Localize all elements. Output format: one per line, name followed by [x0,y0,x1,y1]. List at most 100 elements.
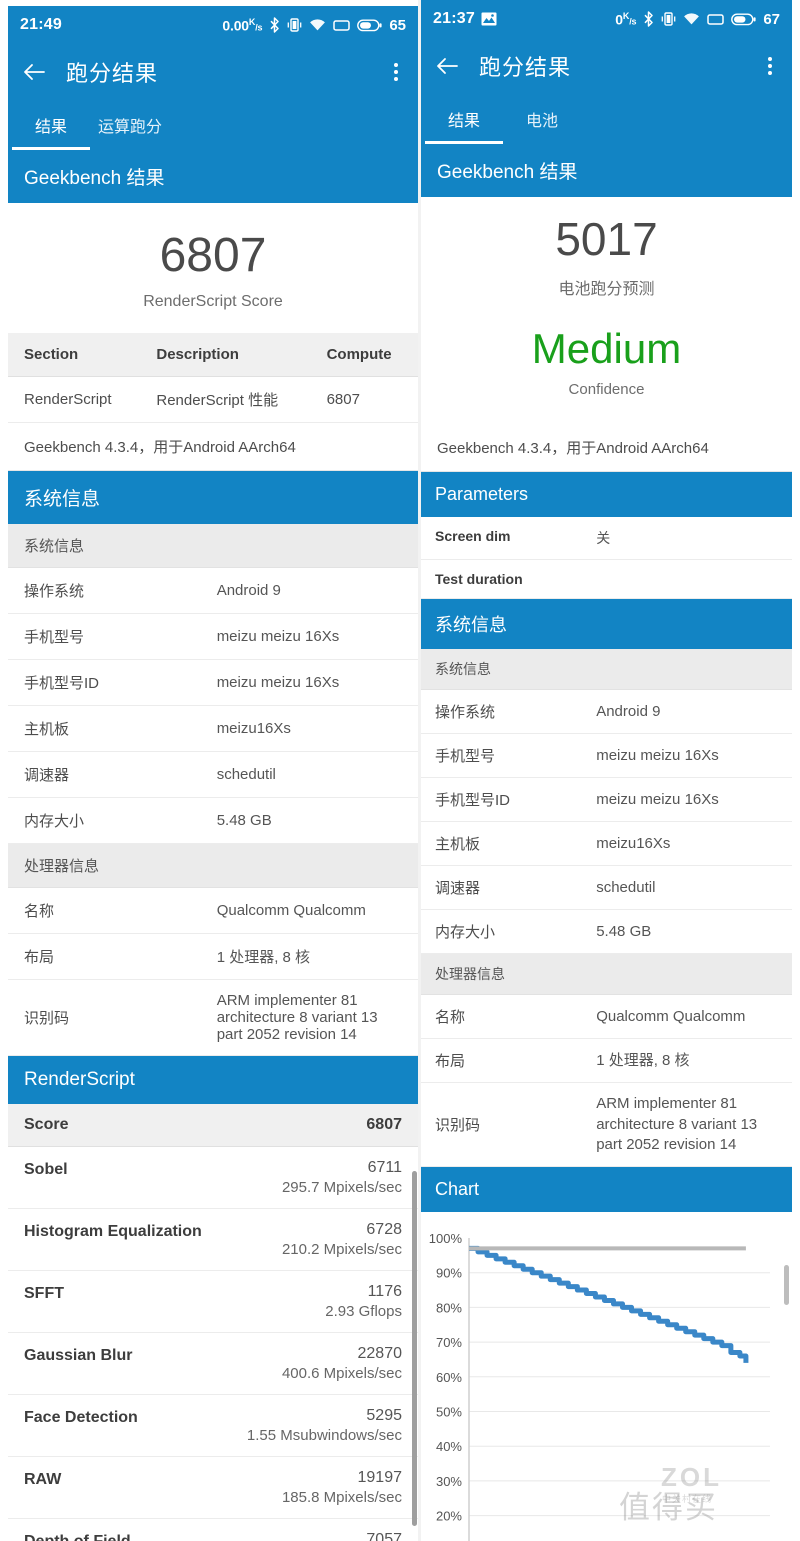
score-block-left: 6807 RenderScript Score [8,203,418,334]
tab-results[interactable]: 结果 [12,100,90,150]
table-row: 名称 Qualcomm Qualcomm [8,888,418,935]
param-row: Screen dim 关 [421,517,792,561]
status-bar-right-group: 0.00K/s 65 [222,17,406,34]
bench-values: 1176 2.93 Gflops [325,1283,402,1320]
app-bar-left: 跑分结果 [8,44,418,100]
renderscript-header: RenderScript [8,1056,418,1105]
status-bar-left: 21:49 0.00K/s 65 [8,6,418,44]
row-key: 手机型号 [435,748,496,766]
sysinfo-header: 系统信息 [8,471,418,525]
screenshot-stage: 21:49 0.00K/s 65 跑分结果 结果 运算跑分 Geekbench … [0,0,800,1541]
score-label: RenderScript Score [143,293,283,311]
table-row: 识别码 ARM implementer 81 architecture 8 vari… [8,979,418,1057]
list-item[interactable]: Face Detection 5295 1.55 Msubwindows/sec [8,1395,418,1458]
row-value: meizu meizu 16Xs [200,659,418,707]
back-arrow-icon[interactable] [22,62,46,82]
row-value: schedutil [596,878,656,896]
y-axis-tick-label: 30% [436,1474,462,1489]
table-row: 识别码 ARM implementer 81 architecture 8 vari… [421,1083,792,1168]
status-bar-left-group: 21:37 [433,10,497,28]
row-value: ARM implementer 81 architecture 8 variant… [200,979,418,1057]
row-key: 手机型号ID [435,792,511,810]
row-key: 手机型号 [8,613,201,661]
bench-list: Sobel 6711 295.7 Mpixels/sec Histogram E… [8,1147,418,1541]
table-row: 手机型号 meizu meizu 16Xs [8,613,418,661]
sysinfo-subheader: 系统信息 [8,524,418,569]
list-item[interactable]: Gaussian Blur 22870 400.6 Mpixels/sec [8,1333,418,1396]
table-row: 布局 1 处理器, 8 核 [421,1039,792,1084]
bench-score: 1176 [367,1283,402,1301]
bench-score: 5295 [366,1407,402,1425]
vibrate-icon [661,11,676,27]
row-value: meizu16Xs [200,705,418,753]
row-value: 5.48 GB [596,922,652,940]
row-value: 5.48 GB [200,797,418,845]
row-key: 调速器 [435,880,481,898]
y-axis-tick-label: 90% [436,1266,462,1281]
table-row: 调速器 schedutil [421,866,792,911]
confidence-value: Medium [531,325,682,373]
right-phone-panel: 21:37 0K/s 67 跑分结果 结果 电池 Geekbench 结果 50… [421,0,800,1541]
row-value: meizu16Xs [596,834,671,852]
row-value: meizu meizu 16Xs [596,790,719,808]
bench-name: RAW [24,1471,62,1489]
bench-score-row: Score 6807 [8,1104,418,1148]
cell-compute: 6807 [310,376,418,424]
back-arrow-icon[interactable] [435,56,459,76]
tab-battery[interactable]: 电池 [503,94,581,144]
list-item[interactable]: Sobel 6711 295.7 Mpixels/sec [8,1147,418,1210]
network-speed-indicator: 0K/s [615,10,637,28]
list-item[interactable]: SFFT 1176 2.93 Gflops [8,1271,418,1334]
right-phone-screen: 21:37 0K/s 67 跑分结果 结果 电池 Geekbench 结果 50… [421,0,792,1541]
bench-score: 6728 [366,1221,402,1239]
battery-percent: 67 [763,10,780,28]
version-footnote: Geekbench 4.3.4，用于Android AArch64 [421,424,792,473]
bench-values: 5295 1.55 Msubwindows/sec [247,1407,402,1444]
list-item[interactable]: RAW 19197 185.8 Mpixels/sec [8,1457,418,1520]
vibrate-icon [287,17,302,33]
table-row: 布局 1 处理器, 8 核 [8,933,418,981]
status-bar-right-group: 0K/s 67 [615,11,780,28]
row-key: 主机板 [435,836,481,854]
battery-score-value: 5017 [555,213,658,265]
tab-results[interactable]: 结果 [425,94,503,144]
score-block-right: 5017 电池跑分预测 Medium Confidence [421,197,792,424]
row-value: Qualcomm Qualcomm [596,1007,746,1025]
list-item[interactable]: Histogram Equalization 6728 210.2 Mpixel… [8,1209,418,1272]
network-speed-indicator: 0.00K/s [222,16,263,34]
geekbench-result-header: Geekbench 结果 [8,150,418,203]
bench-score-value: 6807 [366,1116,402,1134]
status-bar-left-group: 21:49 [20,16,62,34]
row-key: 手机型号ID [8,659,201,707]
overflow-menu-icon[interactable] [388,57,404,87]
row-value: schedutil [200,751,418,799]
row-key: 名称 [8,888,201,935]
bench-score: 6711 [367,1159,402,1177]
overflow-menu-icon[interactable] [762,51,778,81]
vertical-scrollbar[interactable] [784,1265,789,1305]
bluetooth-icon [269,17,280,33]
bench-values: 22870 400.6 Mpixels/sec [282,1345,402,1382]
bench-score: 7057 [366,1531,402,1541]
list-item[interactable]: Depth of Field 7057 20.5 Mpixels/sec [8,1519,418,1541]
status-time: 21:49 [20,16,62,33]
table-row: 内存大小 5.48 GB [421,910,792,955]
tab-compute[interactable]: 运算跑分 [90,100,170,150]
bench-rate: 295.7 Mpixels/sec [281,1179,402,1197]
table-row: 内存大小 5.48 GB [8,797,418,845]
vertical-scrollbar[interactable] [412,1171,417,1526]
sysinfo-table: 操作系统 Android 9 手机型号 meizu meizu 16Xs 手机型号I… [8,568,418,845]
battery-score-label: 电池跑分预测 [558,281,655,299]
y-axis-tick-label: 20% [436,1509,462,1524]
row-value: Android 9 [200,568,418,615]
tab-bar-left: 结果 运算跑分 [8,100,418,150]
status-time: 21:37 [433,10,475,27]
chart-header: Chart [421,1167,792,1213]
row-key: 操作系统 [8,568,201,615]
table-row: 主机板 meizu16Xs [8,705,418,753]
tab-bar-right: 结果 电池 [421,94,792,144]
row-key: 识别码 [435,1117,481,1135]
table-row: 手机型号ID meizu meizu 16Xs [421,778,792,823]
cell-section: RenderScript [8,376,141,424]
bench-values: 19197 185.8 Mpixels/sec [282,1469,402,1506]
